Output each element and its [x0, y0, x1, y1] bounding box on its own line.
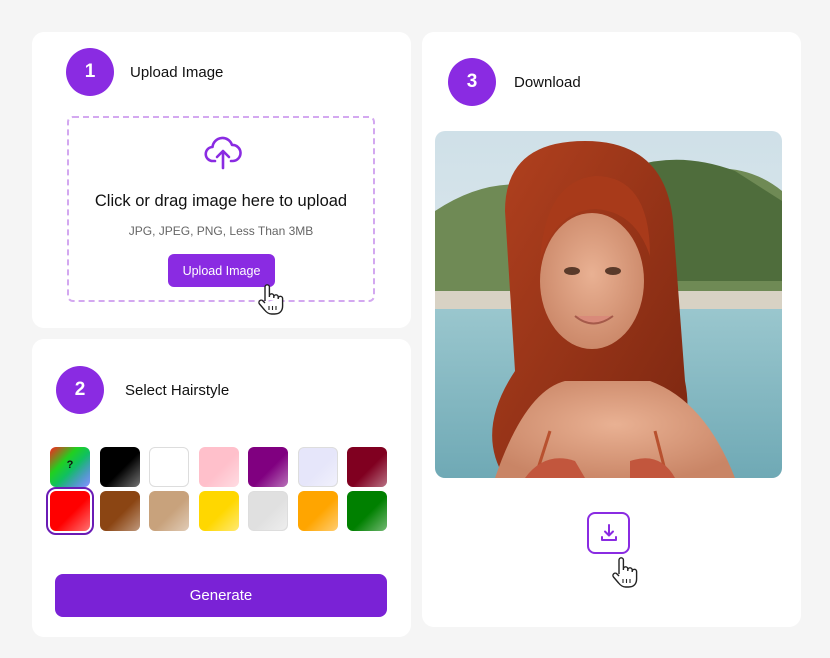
- swatch-brown[interactable]: [99, 491, 140, 531]
- upload-dropzone[interactable]: Click or drag image here to upload JPG, …: [67, 116, 375, 315]
- download-icon: [600, 524, 617, 541]
- swatch-tan[interactable]: [149, 491, 189, 531]
- swatch-silver[interactable]: [248, 491, 288, 531]
- pointer-hand-icon: [258, 284, 284, 315]
- swatch-green[interactable]: [347, 491, 387, 531]
- step-2-badge: 2: [56, 366, 104, 414]
- swatch-purple[interactable]: [248, 447, 288, 487]
- random-color-label: ?: [66, 459, 74, 471]
- download-button[interactable]: [587, 512, 630, 554]
- download-step-label: Download: [514, 74, 581, 91]
- pointer-hand-icon: [612, 557, 638, 588]
- step-1-badge: 1: [66, 48, 114, 96]
- swatch-red[interactable]: [46, 487, 94, 535]
- dropzone-hint: JPG, JPEG, PNG, Less Than 3MB: [128, 224, 314, 238]
- upload-card: 1 Upload Image Click or drag image here …: [32, 32, 411, 328]
- upload-step-label: Upload Image: [130, 64, 224, 81]
- swatch-white[interactable]: [149, 447, 189, 487]
- swatch-gold[interactable]: [198, 491, 239, 531]
- swatch-maroon[interactable]: [347, 447, 387, 487]
- swatch-random[interactable]: ?: [50, 447, 90, 487]
- dropzone-title: Click or drag image here to upload: [94, 192, 348, 210]
- swatch-black[interactable]: [99, 447, 140, 487]
- swatch-orange[interactable]: [297, 491, 338, 531]
- generate-button[interactable]: Generate: [55, 574, 387, 617]
- swatch-lavender[interactable]: [297, 447, 338, 487]
- result-photo: [435, 131, 782, 478]
- hairstyle-card: 2 Select Hairstyle Generate ?: [32, 339, 411, 637]
- step-3-badge: 3: [448, 58, 496, 106]
- swatch-pink[interactable]: [198, 447, 239, 487]
- cloud-upload-icon: [204, 136, 242, 170]
- download-card: 3 Download: [422, 32, 801, 627]
- hairstyle-step-label: Select Hairstyle: [125, 382, 230, 399]
